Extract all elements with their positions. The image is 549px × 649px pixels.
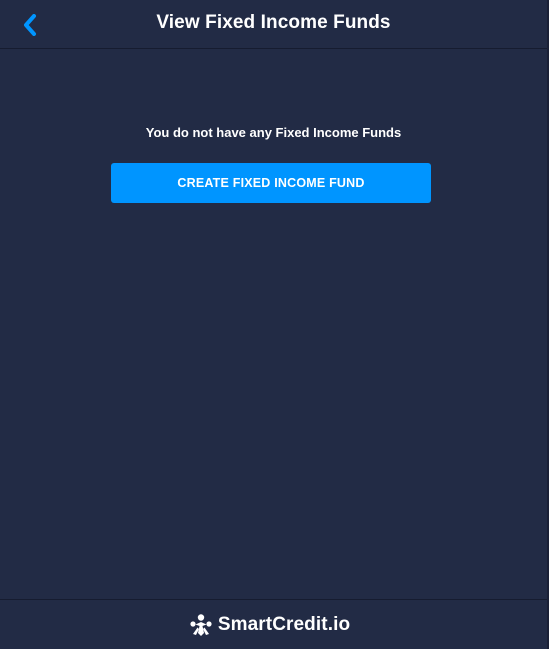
brand-name: SmartCredit.io bbox=[217, 613, 351, 635]
header-bar: View Fixed Income Funds bbox=[0, 0, 547, 49]
page-title: View Fixed Income Funds bbox=[156, 12, 391, 33]
empty-state-message: You do not have any Fixed Income Funds bbox=[145, 125, 402, 140]
footer-bar: SmartCredit.io bbox=[0, 599, 547, 649]
brand-logo: SmartCredit.io bbox=[189, 613, 350, 637]
create-fixed-income-fund-button[interactable]: CREATE FIXED INCOME FUND bbox=[111, 163, 431, 203]
app-window: View Fixed Income Funds You do not have … bbox=[0, 0, 549, 649]
smartcredit-logo-icon bbox=[189, 613, 213, 637]
